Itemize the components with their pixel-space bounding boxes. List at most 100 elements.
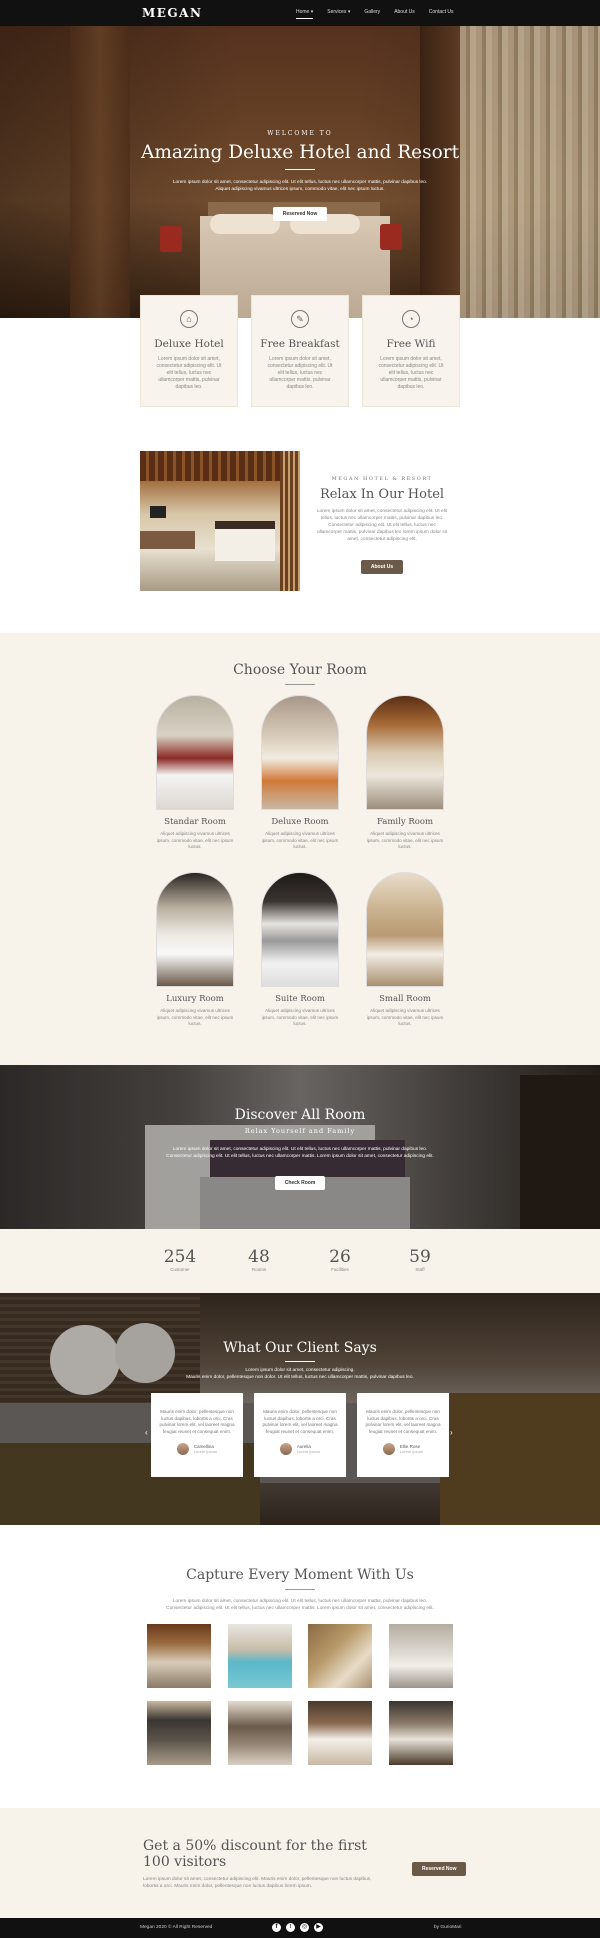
top-navbar: MEGAN Home ▾ Services ▾ Gallery About Us… (0, 0, 600, 26)
room-name: Deluxe Room (271, 817, 329, 827)
nav-home[interactable]: Home ▾ (296, 9, 314, 19)
nav-contact[interactable]: Contact Us (429, 9, 454, 19)
hero-lamp (160, 226, 182, 252)
room-card-family[interactable]: Family Room Aliquet adipiscing vivamus u… (366, 695, 444, 851)
footer: Megan 2020 © All Right Reserved f t ◎ ▶ … (0, 1918, 600, 1938)
stat-number: 59 (409, 1247, 431, 1267)
carousel-prev-icon[interactable]: ‹ (145, 1428, 148, 1437)
hero-eyebrow: WELCOME TO (267, 130, 333, 137)
stat-label: Customer (170, 1267, 190, 1272)
testimonials-text-1: Lorem ipsum dolor sit amet, consectetur … (245, 1368, 355, 1373)
gallery-image[interactable] (389, 1701, 453, 1765)
room-text: Aliquet adipiscing vivamus ultrices ipsu… (261, 831, 339, 849)
stat-number: 254 (163, 1247, 197, 1267)
room-photo (366, 695, 444, 810)
testimonials-divider (285, 1361, 315, 1362)
discover-content: Discover All Room Relax Yourself and Fam… (0, 1107, 600, 1190)
room-text: Aliquet adipiscing vivamus ultrices ipsu… (156, 831, 234, 849)
room-card-standar[interactable]: Standar Room Aliquet adipiscing vivamus … (156, 695, 234, 851)
room-text: Aliquet adipiscing vivamus ultrices ipsu… (156, 1008, 234, 1026)
gallery-header: Capture Every Moment With Us Lorem ipsum… (0, 1567, 600, 1611)
room-text: Aliquet adipiscing vivamus ultrices ipsu… (261, 1008, 339, 1026)
relax-photo (140, 451, 300, 591)
feature-title: Deluxe Hotel (154, 338, 224, 350)
room-photo (156, 695, 234, 810)
relax-content: MEGAN HOTEL & RESORT Relax In Our Hotel … (316, 476, 448, 574)
room-photo (261, 695, 339, 810)
room-photo (261, 872, 339, 987)
social-links: f t ◎ ▶ (272, 1923, 323, 1932)
relax-eyebrow: MEGAN HOTEL & RESORT (331, 476, 433, 482)
nav-about[interactable]: About Us (394, 9, 415, 19)
gallery-image[interactable] (228, 1701, 292, 1765)
rooms-divider (285, 684, 315, 685)
room-card-suite[interactable]: Suite Room Aliquet adipiscing vivamus ul… (261, 872, 339, 1028)
hotel-icon: ⌂ (180, 310, 198, 328)
avatar (382, 1443, 395, 1455)
twitter-icon[interactable]: t (286, 1923, 295, 1932)
gallery-image[interactable] (389, 1624, 453, 1688)
discover-text-1: Lorem ipsum dolor sit amet, consectetur … (172, 1147, 428, 1152)
testimonials-header: What Our Client Says Lorem ipsum dolor s… (0, 1340, 600, 1380)
youtube-icon[interactable]: ▶ (314, 1923, 323, 1932)
discover-title: Discover All Room (234, 1107, 366, 1123)
room-name: Standar Room (164, 817, 226, 827)
room-card-deluxe[interactable]: Deluxe Room Aliquet adipiscing vivamus u… (261, 695, 339, 851)
room-name: Suite Room (275, 994, 325, 1004)
facebook-icon[interactable]: f (272, 1923, 281, 1932)
hero-text-2: Aliquet adipiscing vivamus ultrices ipsu… (215, 187, 385, 192)
feature-title: Free Breakfast (260, 338, 340, 350)
testimonial-quote: Mauris enim dolor, pellentesque non luct… (365, 1409, 441, 1434)
avatar (279, 1443, 292, 1455)
discover-text-2: Consectetur adipiscing elit. Ut elit tel… (166, 1154, 434, 1159)
testimonial-role: Lorem Ipsum (296, 1449, 321, 1454)
testimonials-title: What Our Client Says (223, 1340, 377, 1356)
hero-title: Amazing Deluxe Hotel and Resort (140, 142, 459, 163)
hero-reserve-button[interactable]: Reserved Now (272, 207, 328, 221)
gallery-image[interactable] (147, 1624, 211, 1688)
room-name: Luxury Room (166, 994, 224, 1004)
stat-number: 26 (329, 1247, 351, 1267)
room-card-small[interactable]: Small Room Aliquet adipiscing vivamus ul… (366, 872, 444, 1028)
nav-gallery[interactable]: Gallery (364, 9, 380, 19)
feature-text: Lorem ipsum dolor sit amet, consectetur … (378, 356, 444, 390)
hero-text-1: Lorem ipsum dolor sit amet, consectetur … (172, 180, 428, 185)
gallery-image[interactable] (308, 1701, 372, 1765)
site-logo[interactable]: MEGAN (142, 6, 202, 20)
testimonial-role: Lorem Ipsum (193, 1449, 218, 1454)
room-photo (156, 872, 234, 987)
hero-lamp (380, 224, 402, 250)
room-text: Aliquet adipiscing vivamus ultrices ipsu… (366, 831, 444, 849)
nav-services-label: Services (327, 9, 347, 15)
room-text: Aliquet adipiscing vivamus ultrices ipsu… (366, 1008, 444, 1026)
stat-customer: 254 Customer (150, 1247, 210, 1272)
stat-number: 48 (248, 1247, 270, 1267)
breakfast-icon: ✎ (291, 310, 309, 328)
room-name: Family Room (376, 817, 434, 827)
avatar (176, 1443, 189, 1455)
carousel-next-icon[interactable]: › (450, 1428, 453, 1437)
room-name: Small Room (379, 994, 431, 1004)
gallery-title: Capture Every Moment With Us (186, 1567, 414, 1583)
check-room-button[interactable]: Check Room (274, 1176, 326, 1190)
instagram-icon[interactable]: ◎ (300, 1923, 309, 1932)
testimonial-card: Mauris enim dolor, pellentesque non luct… (357, 1393, 449, 1477)
relax-title: Relax In Our Hotel (319, 487, 445, 502)
nav-services[interactable]: Services ▾ (327, 9, 350, 19)
gallery-image[interactable] (308, 1624, 372, 1688)
testimonial-quote: Mauris enim dolor, pellentesque non luct… (159, 1409, 235, 1434)
room-card-luxury[interactable]: Luxury Room Aliquet adipiscing vivamus u… (156, 872, 234, 1028)
gallery-image[interactable] (147, 1701, 211, 1765)
feature-text: Lorem ipsum dolor sit amet, consectetur … (156, 356, 222, 390)
gallery-image[interactable] (228, 1624, 292, 1688)
main-menu: Home ▾ Services ▾ Gallery About Us Conta… (296, 9, 454, 19)
testimonial-card: Mauris enim dolor, pellentesque non luct… (151, 1393, 243, 1477)
testimonial-card: Mauris enim dolor, pellentesque non luct… (254, 1393, 346, 1477)
wifi-icon: ◔ (402, 310, 420, 328)
nav-home-label: Home (296, 9, 310, 15)
promo-reserve-button[interactable]: Reserved Now (412, 1862, 467, 1876)
feature-card-free-wifi: ◔ Free Wifi Lorem ipsum dolor sit amet, … (362, 295, 460, 407)
footer-credit: by GurioMari (434, 1925, 462, 1930)
promo-text: Lorem ipsum dolor sit amet, consectetur … (143, 1877, 372, 1889)
about-us-button[interactable]: About Us (360, 560, 404, 574)
